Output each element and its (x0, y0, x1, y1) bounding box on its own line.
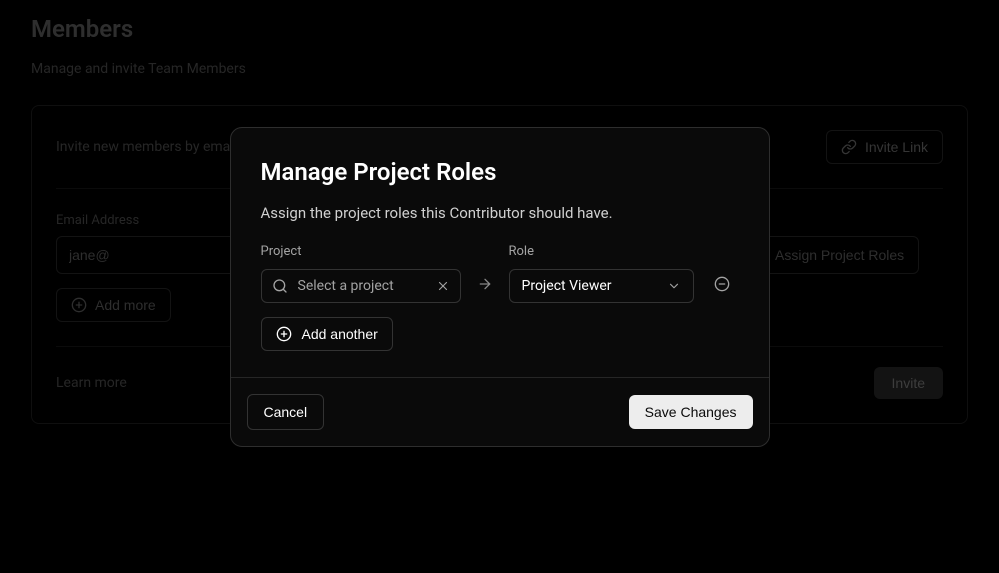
project-placeholder: Select a project (298, 278, 426, 294)
search-icon (272, 278, 288, 294)
role-value: Project Viewer (522, 278, 612, 294)
role-select[interactable]: Project Viewer (509, 269, 694, 303)
plus-circle-icon (276, 326, 292, 342)
modal-body: Manage Project Roles Assign the project … (231, 128, 769, 377)
add-another-button[interactable]: Add another (261, 317, 393, 351)
modal-description: Assign the project roles this Contributo… (261, 204, 739, 222)
project-select[interactable]: Select a project (261, 269, 461, 303)
role-field-group: Role Project Viewer (509, 244, 694, 303)
modal-overlay[interactable]: Manage Project Roles Assign the project … (0, 0, 999, 573)
modal-footer: Cancel Save Changes (231, 377, 769, 446)
close-icon[interactable] (436, 279, 450, 293)
minus-circle-icon (714, 276, 730, 292)
modal-fields-row: Project Select a project (261, 244, 739, 303)
arrow-right-icon (477, 265, 493, 303)
save-changes-button[interactable]: Save Changes (629, 395, 753, 429)
cancel-button[interactable]: Cancel (247, 394, 325, 430)
project-label: Project (261, 244, 461, 259)
manage-project-roles-modal: Manage Project Roles Assign the project … (230, 127, 770, 447)
chevron-down-icon (667, 279, 681, 293)
remove-row-button[interactable] (710, 265, 734, 303)
role-label: Role (509, 244, 694, 259)
add-another-label: Add another (302, 326, 378, 342)
project-field-group: Project Select a project (261, 244, 461, 303)
modal-title: Manage Project Roles (261, 158, 739, 186)
